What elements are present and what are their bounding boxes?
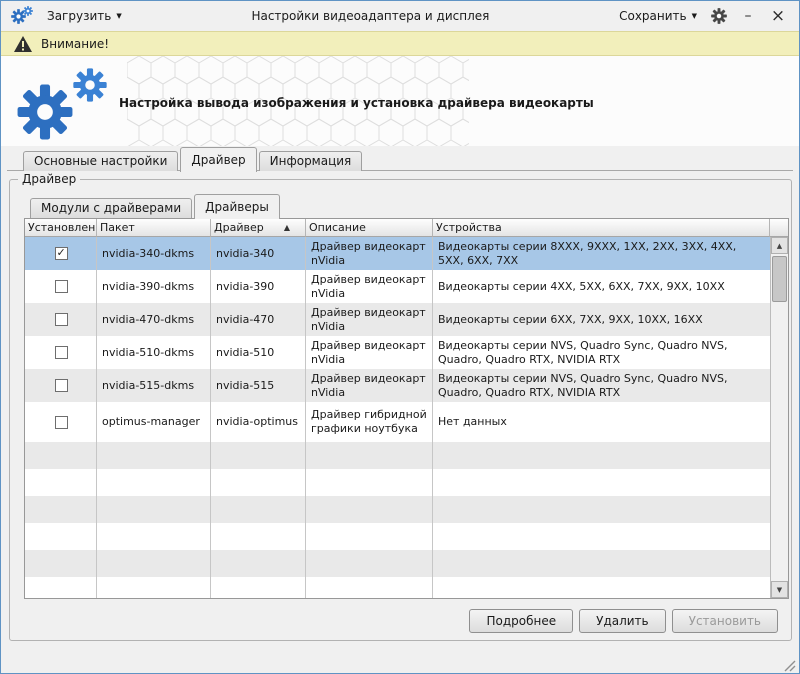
table-row[interactable]: nvidia-515-dkms nvidia-515 Драйвер видео… bbox=[25, 369, 770, 402]
devices-cell: Нет данных bbox=[433, 402, 770, 442]
minimize-button[interactable]: – bbox=[737, 6, 759, 26]
warning-banner: Внимание! bbox=[1, 31, 799, 56]
package-cell: nvidia-470-dkms bbox=[97, 303, 211, 336]
devices-cell: Видеокарты серии 8XXX, 9XXX, 1XX, 2XX, 3… bbox=[433, 237, 770, 270]
dropdown-arrow-icon: ▼ bbox=[692, 13, 697, 20]
col-header-package[interactable]: Пакет bbox=[97, 219, 211, 237]
groupbox-label: Драйвер bbox=[18, 172, 80, 186]
scrollbar-thumb[interactable] bbox=[772, 256, 787, 302]
installed-checkbox[interactable] bbox=[55, 416, 68, 429]
description-cell: Драйвер видеокарт nVidia bbox=[306, 270, 433, 303]
tab-information[interactable]: Информация bbox=[259, 151, 363, 171]
package-cell: optimus-manager bbox=[97, 402, 211, 442]
driver-cell: nvidia-390 bbox=[211, 270, 306, 303]
scroll-up-icon: ▲ bbox=[777, 242, 782, 250]
table-body: nvidia-340-dkms nvidia-340 Драйвер видео… bbox=[25, 237, 770, 598]
table-row[interactable]: nvidia-340-dkms nvidia-340 Драйвер видео… bbox=[25, 237, 770, 270]
devices-cell: Видеокарты серии 6XX, 7XX, 9XX, 10XX, 16… bbox=[433, 303, 770, 336]
settings-gear-icon[interactable] bbox=[709, 7, 729, 25]
remove-button[interactable]: Удалить bbox=[579, 609, 666, 633]
package-cell: nvidia-515-dkms bbox=[97, 369, 211, 402]
table-row[interactable]: nvidia-510-dkms nvidia-510 Драйвер видео… bbox=[25, 336, 770, 369]
resize-grip[interactable] bbox=[783, 657, 796, 670]
column-divider bbox=[210, 237, 211, 598]
action-buttons: Подробнее Удалить Установить bbox=[469, 609, 778, 633]
sort-ascending-icon: ▲ bbox=[284, 223, 290, 232]
installed-checkbox[interactable] bbox=[55, 379, 68, 392]
column-divider bbox=[305, 237, 306, 598]
warning-text: Внимание! bbox=[41, 37, 109, 51]
install-button[interactable]: Установить bbox=[672, 609, 778, 633]
col-header-description[interactable]: Описание bbox=[306, 219, 433, 237]
tab-driver-modules[interactable]: Модули с драйверами bbox=[30, 198, 192, 218]
empty-rows-area bbox=[25, 442, 770, 598]
package-cell: nvidia-340-dkms bbox=[97, 237, 211, 270]
driver-cell: nvidia-optimus bbox=[211, 402, 306, 442]
description-cell: Драйвер видеокарт nVidia bbox=[306, 303, 433, 336]
table-header: Установлен Пакет Драйвер ▲ Описание Устр… bbox=[25, 219, 788, 237]
tab-drivers[interactable]: Драйверы bbox=[194, 194, 280, 219]
installed-checkbox[interactable] bbox=[55, 247, 68, 260]
installed-checkbox[interactable] bbox=[55, 313, 68, 326]
driver-cell: nvidia-340 bbox=[211, 237, 306, 270]
tab-main-settings[interactable]: Основные настройки bbox=[23, 151, 178, 171]
tab-driver[interactable]: Драйвер bbox=[180, 147, 256, 172]
description-cell: Драйвер видеокарт nVidia bbox=[306, 237, 433, 270]
app-window: Загрузить ▼ Настройки видеоадаптера и ди… bbox=[0, 0, 800, 674]
description-cell: Драйвер гибридной графики ноутбука bbox=[306, 402, 433, 442]
main-tabbar: Основные настройки Драйвер Информация bbox=[1, 146, 799, 171]
package-cell: nvidia-510-dkms bbox=[97, 336, 211, 369]
table-row[interactable]: optimus-manager nvidia-optimus Драйвер г… bbox=[25, 402, 770, 442]
devices-cell: Видеокарты серии 4XX, 5XX, 6XX, 7XX, 9XX… bbox=[433, 270, 770, 303]
driver-cell: nvidia-515 bbox=[211, 369, 306, 402]
warning-triangle-icon bbox=[13, 35, 33, 53]
column-divider bbox=[96, 237, 97, 598]
column-divider bbox=[432, 237, 433, 598]
col-header-installed[interactable]: Установлен bbox=[25, 219, 97, 237]
table-row[interactable]: nvidia-390-dkms nvidia-390 Драйвер видео… bbox=[25, 270, 770, 303]
installed-checkbox[interactable] bbox=[55, 280, 68, 293]
driver-tabbar: Модули с драйверами Драйверы bbox=[30, 193, 282, 218]
dropdown-arrow-icon: ▼ bbox=[116, 13, 121, 20]
app-logo-gears bbox=[17, 68, 109, 142]
devices-cell: Видеокарты серии NVS, Quadro Sync, Quadr… bbox=[433, 336, 770, 369]
package-cell: nvidia-390-dkms bbox=[97, 270, 211, 303]
driver-groupbox: Драйвер Модули с драйверами Драйверы Уст… bbox=[9, 179, 792, 641]
load-menu-label: Загрузить bbox=[47, 9, 111, 23]
save-menu-button[interactable]: Сохранить ▼ bbox=[615, 7, 701, 25]
close-button[interactable]: × bbox=[767, 6, 789, 26]
titlebar: Загрузить ▼ Настройки видеоадаптера и ди… bbox=[1, 1, 799, 31]
devices-cell: Видеокарты серии NVS, Quadro Sync, Quadr… bbox=[433, 369, 770, 402]
load-menu-button[interactable]: Загрузить ▼ bbox=[43, 7, 126, 25]
driver-cell: nvidia-510 bbox=[211, 336, 306, 369]
scroll-up-button[interactable]: ▲ bbox=[771, 237, 788, 254]
drivers-table: Установлен Пакет Драйвер ▲ Описание Устр… bbox=[24, 218, 789, 599]
description-cell: Драйвер видеокарт nVidia bbox=[306, 336, 433, 369]
header-corner bbox=[770, 219, 788, 237]
details-button[interactable]: Подробнее bbox=[469, 609, 573, 633]
col-header-devices[interactable]: Устройства bbox=[433, 219, 770, 237]
header-banner: Настройка вывода изображения и установка… bbox=[1, 56, 799, 146]
window-title: Настройки видеоадаптера и дисплея bbox=[134, 9, 607, 23]
save-menu-label: Сохранить bbox=[619, 9, 687, 23]
scroll-down-icon: ▼ bbox=[777, 586, 782, 594]
vertical-scrollbar[interactable]: ▲ ▼ bbox=[770, 237, 788, 598]
page-title: Настройка вывода изображения и установка… bbox=[119, 96, 594, 110]
installed-checkbox[interactable] bbox=[55, 346, 68, 359]
col-header-driver[interactable]: Драйвер ▲ bbox=[211, 219, 306, 237]
scroll-down-button[interactable]: ▼ bbox=[771, 581, 788, 598]
table-row[interactable]: nvidia-470-dkms nvidia-470 Драйвер видео… bbox=[25, 303, 770, 336]
description-cell: Драйвер видеокарт nVidia bbox=[306, 369, 433, 402]
driver-cell: nvidia-470 bbox=[211, 303, 306, 336]
app-gears-icon bbox=[11, 5, 35, 27]
